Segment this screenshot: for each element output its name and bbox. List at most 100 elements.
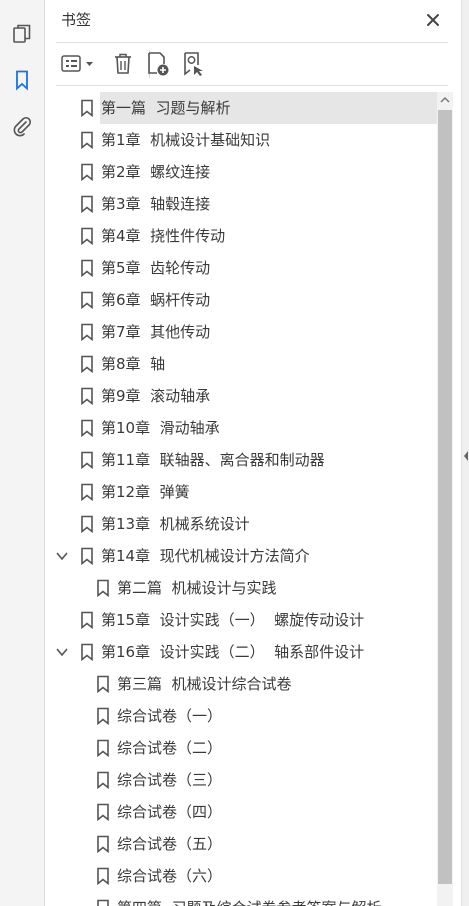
bookmark-label: 第6章 蜗杆传动 [101,291,211,309]
bookmark-item[interactable]: 综合试卷（四） [45,796,437,828]
bookmark-item[interactable]: 第4章 挠性件传动 [45,220,437,252]
bookmark-icon[interactable] [8,66,36,94]
bookmark-item[interactable]: 第8章 轴 [45,348,437,380]
chevron-down-icon [86,62,93,66]
scrollbar[interactable] [437,92,453,906]
bookmark-icon [81,99,93,117]
bookmark-item[interactable]: 第14章 现代机械设计方法简介 [45,540,437,572]
scrollbar-thumb[interactable] [438,110,452,884]
bookmark-icon [81,355,93,373]
bookmark-item[interactable]: 第12章 弹簧 [45,476,437,508]
add-bookmark-icon [148,52,169,76]
bookmark-icon [81,547,93,565]
bookmark-item[interactable]: 第5章 齿轮传动 [45,252,437,284]
bookmark-icon [97,739,109,757]
expand-chevron-icon[interactable] [55,645,69,659]
bookmark-label: 第四篇 习题及综合试卷参考答案与解析 [117,899,382,906]
delete-bookmark-button[interactable] [111,50,135,78]
bookmark-label: 第14章 现代机械设计方法简介 [101,547,310,565]
bookmark-search-icon [184,52,203,76]
bookmark-icon [81,643,93,661]
bookmark-icon [81,291,93,309]
bookmark-icon [81,323,93,341]
bookmark-item[interactable]: 综合试卷（一） [45,700,437,732]
bookmark-label: 综合试卷（一） [117,707,223,725]
left-rail [0,0,45,906]
bookmark-item[interactable]: 第15章 设计实践（一） 螺旋传动设计 [45,604,437,636]
bookmark-item[interactable]: 第2章 螺纹连接 [45,156,437,188]
panel-title: 书签 [61,11,92,29]
scroll-up-arrow-icon[interactable] [437,92,453,108]
bookmark-icon [97,579,109,597]
bookmark-item[interactable]: 第13章 机械系统设计 [45,508,437,540]
bookmark-label: 第10章 滑动轴承 [101,419,220,437]
bookmark-label: 第16章 设计实践（二） 轴系部件设计 [101,643,365,661]
bookmark-label: 第1章 机械设计基础知识 [101,131,271,149]
bookmark-icon [97,835,109,853]
bookmark-item[interactable]: 第四篇 习题及综合试卷参考答案与解析 [45,892,437,906]
bookmark-label: 第9章 滚动轴承 [101,387,211,405]
bookmark-toolbar [56,42,448,86]
bookmark-label: 第三篇 机械设计综合试卷 [117,675,292,693]
bookmark-item[interactable]: 第二篇 机械设计与实践 [45,572,437,604]
bookmark-icon [81,163,93,181]
bookmark-item[interactable]: 第9章 滚动轴承 [45,380,437,412]
bookmark-icon [81,227,93,245]
bookmark-item[interactable]: 第7章 其他传动 [45,316,437,348]
bookmark-icon [97,899,109,906]
bookmark-item[interactable]: 综合试卷（六） [45,860,437,892]
bookmark-item[interactable]: 综合试卷（五） [45,828,437,860]
close-icon[interactable] [421,8,445,32]
bookmarks-panel: 书签 第一篇 习题与解析 第1章 机械设计基础知识 第2章 螺纹连接 第3章 轴… [45,0,461,906]
bookmark-icon [97,803,109,821]
bookmark-label: 综合试卷（二） [117,739,223,757]
bookmark-icon [81,419,93,437]
bookmark-label: 第11章 联轴器、离合器和制动器 [101,451,325,469]
bookmark-item[interactable]: 第10章 滑动轴承 [45,412,437,444]
bookmark-label: 第12章 弹簧 [101,483,190,501]
pages-icon[interactable] [8,20,36,48]
bookmark-item[interactable]: 第6章 蜗杆传动 [45,284,437,316]
bookmark-item[interactable]: 第一篇 习题与解析 [81,92,437,124]
bookmark-item[interactable]: 第11章 联轴器、离合器和制动器 [45,444,437,476]
find-bookmark-button[interactable] [181,50,207,78]
bookmark-label: 第15章 设计实践（一） 螺旋传动设计 [101,611,365,629]
bookmark-label: 综合试卷（六） [117,867,223,885]
bookmark-icon [97,771,109,789]
bookmark-icon [81,387,93,405]
bookmark-label: 第5章 齿轮传动 [101,259,211,277]
bookmark-label: 第一篇 习题与解析 [101,99,231,117]
panel-header: 书签 [45,0,461,40]
trash-icon [115,53,131,74]
bookmark-icon [97,675,109,693]
bookmark-item[interactable]: 第三篇 机械设计综合试卷 [45,668,437,700]
bookmark-icon [81,131,93,149]
paperclip-icon[interactable] [8,112,36,140]
expand-chevron-icon[interactable] [55,549,69,563]
new-bookmark-button[interactable] [145,50,171,78]
bookmark-label: 第4章 挠性件传动 [101,227,226,245]
options-menu-button[interactable] [60,50,100,78]
bookmark-icon [81,611,93,629]
bookmark-label: 第7章 其他传动 [101,323,211,341]
bookmark-icon [97,707,109,725]
bookmark-item[interactable]: 第1章 机械设计基础知识 [45,124,437,156]
bookmark-item[interactable]: 第3章 轴毂连接 [45,188,437,220]
bookmark-icon [97,867,109,885]
bookmark-label: 第2章 螺纹连接 [101,163,211,181]
bookmark-icon [81,483,93,501]
bookmark-label: 第3章 轴毂连接 [101,195,211,213]
bookmark-item[interactable]: 综合试卷（二） [45,732,437,764]
bookmark-label: 综合试卷（四） [117,803,223,821]
bookmark-label: 第二篇 机械设计与实践 [117,579,277,597]
bookmark-label: 第8章 轴 [101,355,166,373]
bookmark-item[interactable]: 综合试卷（三） [45,764,437,796]
bookmark-label: 第13章 机械系统设计 [101,515,250,533]
bookmark-label: 综合试卷（三） [117,771,223,789]
bookmark-icon [81,451,93,469]
pane-splitter[interactable] [461,0,469,906]
collapse-arrow-icon [464,451,468,461]
bookmark-list: 第一篇 习题与解析第1章 机械设计基础知识 第2章 螺纹连接 第3章 轴毂连接 第4章… [45,92,437,906]
bookmark-item[interactable]: 第16章 设计实践（二） 轴系部件设计 [45,636,437,668]
bookmark-icon [81,515,93,533]
